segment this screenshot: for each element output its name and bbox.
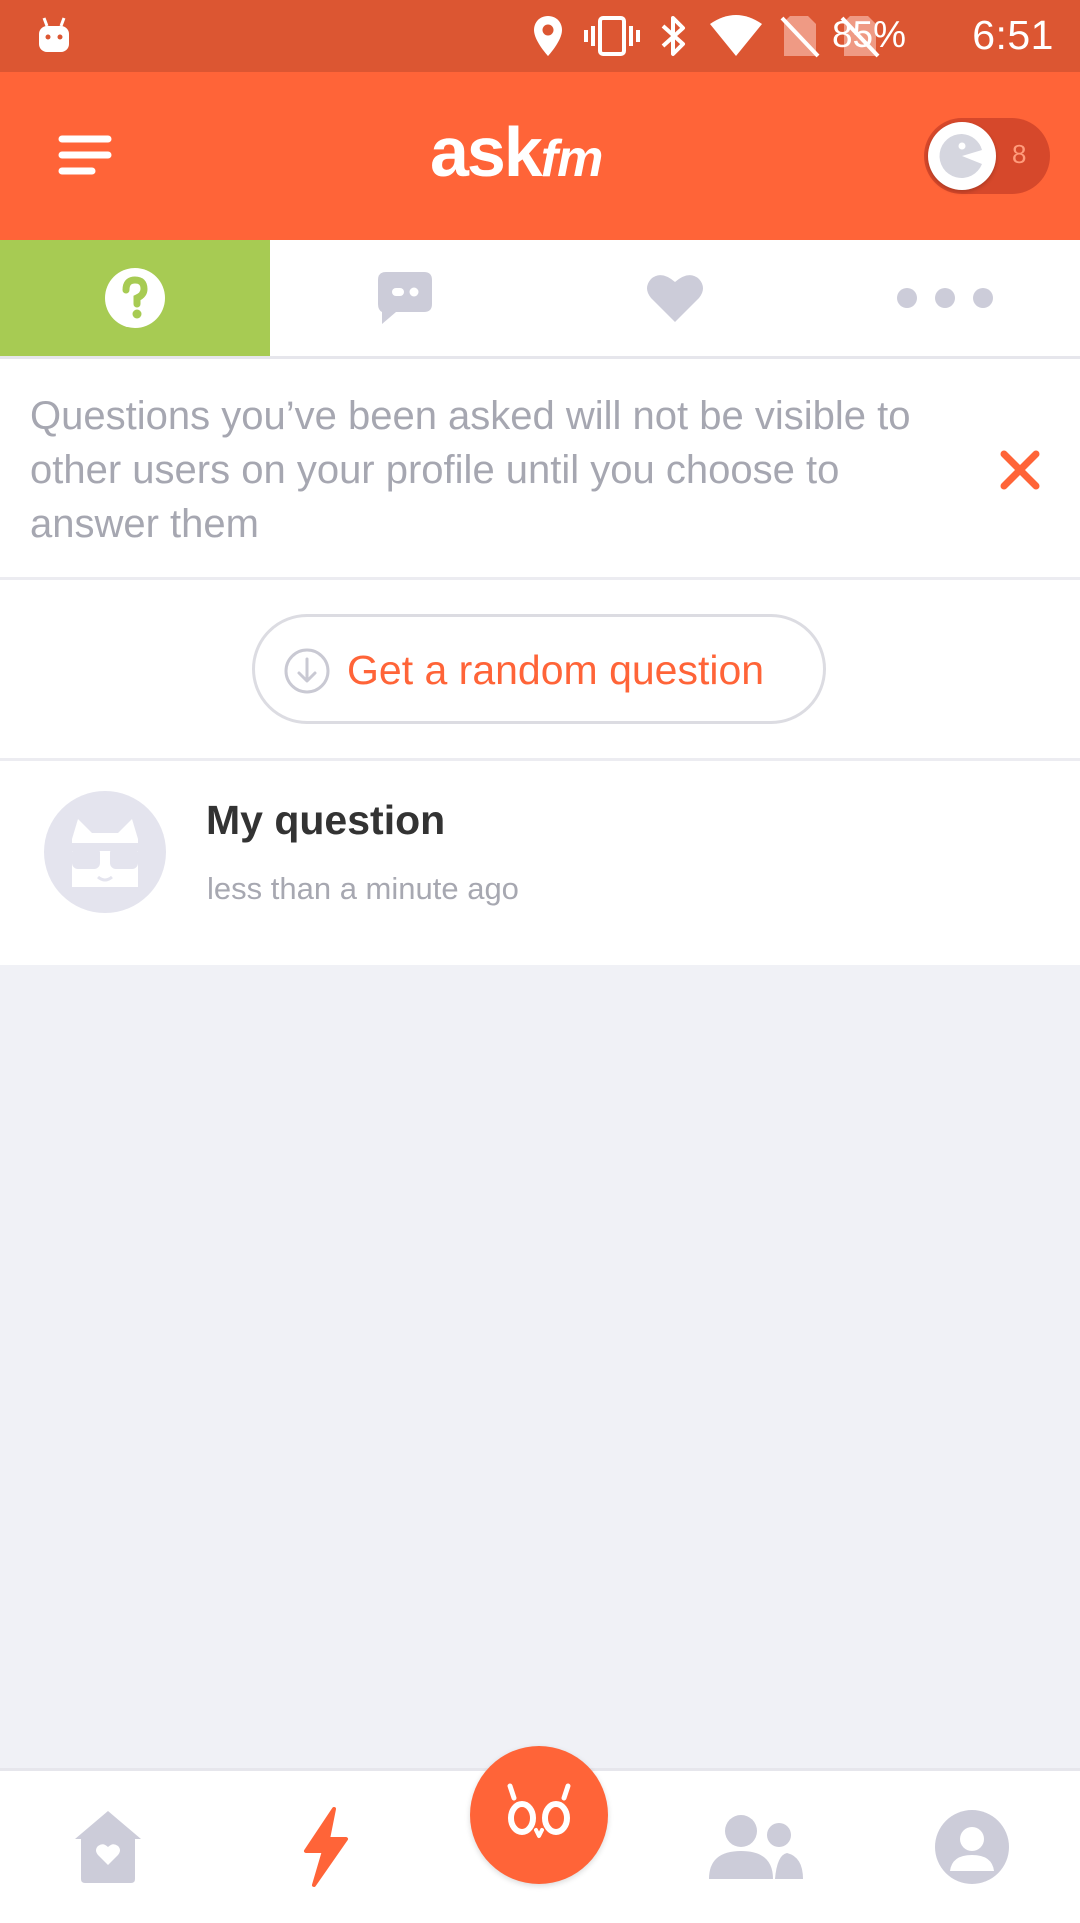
cool-cat-avatar-icon [64,819,146,887]
friends-icon [709,1815,803,1879]
logo-fm: fm [540,130,604,188]
more-dots-icon [897,288,993,308]
nav-activity[interactable] [216,1771,432,1923]
random-question-row: Get a random question [0,580,1080,761]
tab-likes[interactable] [540,240,810,356]
tab-more[interactable] [810,240,1080,356]
status-bar: 85% 6:51 [0,0,1080,72]
bluetooth-icon [661,16,685,56]
no-sim-icon [780,16,820,58]
clock: 6:51 [972,12,1054,58]
close-icon [1000,450,1040,490]
logo-ask: ask [430,113,543,191]
battery-level: 85% [831,14,906,55]
tab-chats[interactable] [270,240,540,356]
menu-icon [58,135,112,175]
lightning-icon [304,1807,348,1887]
banner-text: Questions you’ve been asked will not be … [30,394,911,546]
question-time: less than a minute ago [207,871,519,906]
vibrate-icon [584,16,640,56]
profile-icon [935,1810,1009,1884]
avatar [44,791,166,913]
nav-friends[interactable] [648,1771,864,1923]
android-icon [39,17,69,52]
anonymous-toggle[interactable]: 8 [924,118,1050,194]
menu-button[interactable] [56,127,116,187]
pacman-icon [939,133,982,178]
nav-home[interactable] [0,1771,216,1923]
tab-questions[interactable] [0,240,270,356]
random-question-label: Get a random question [347,647,765,693]
location-icon [534,16,562,56]
inbox-tabs [0,240,1080,359]
random-question-button[interactable]: Get a random question [252,614,826,724]
question-title: My question [206,797,446,843]
owl-ask-icon [507,1783,571,1838]
download-circle-icon [284,648,330,694]
wifi-icon [710,15,762,56]
nav-profile[interactable] [864,1771,1080,1923]
toggle-count: 8 [1012,139,1027,169]
toggle-knob [928,122,996,190]
ask-button[interactable] [470,1746,608,1884]
askfm-logo: askfm [430,112,604,192]
app-header: askfm 8 [0,72,1080,240]
close-banner-button[interactable] [998,448,1042,492]
home-heart-icon [75,1811,141,1883]
chat-bubble-icon [378,272,432,324]
info-banner: Questions you’ve been asked will not be … [0,359,1080,580]
question-list-item[interactable]: My question less than a minute ago [0,761,1080,965]
heart-icon [647,275,703,322]
question-icon [105,268,165,328]
